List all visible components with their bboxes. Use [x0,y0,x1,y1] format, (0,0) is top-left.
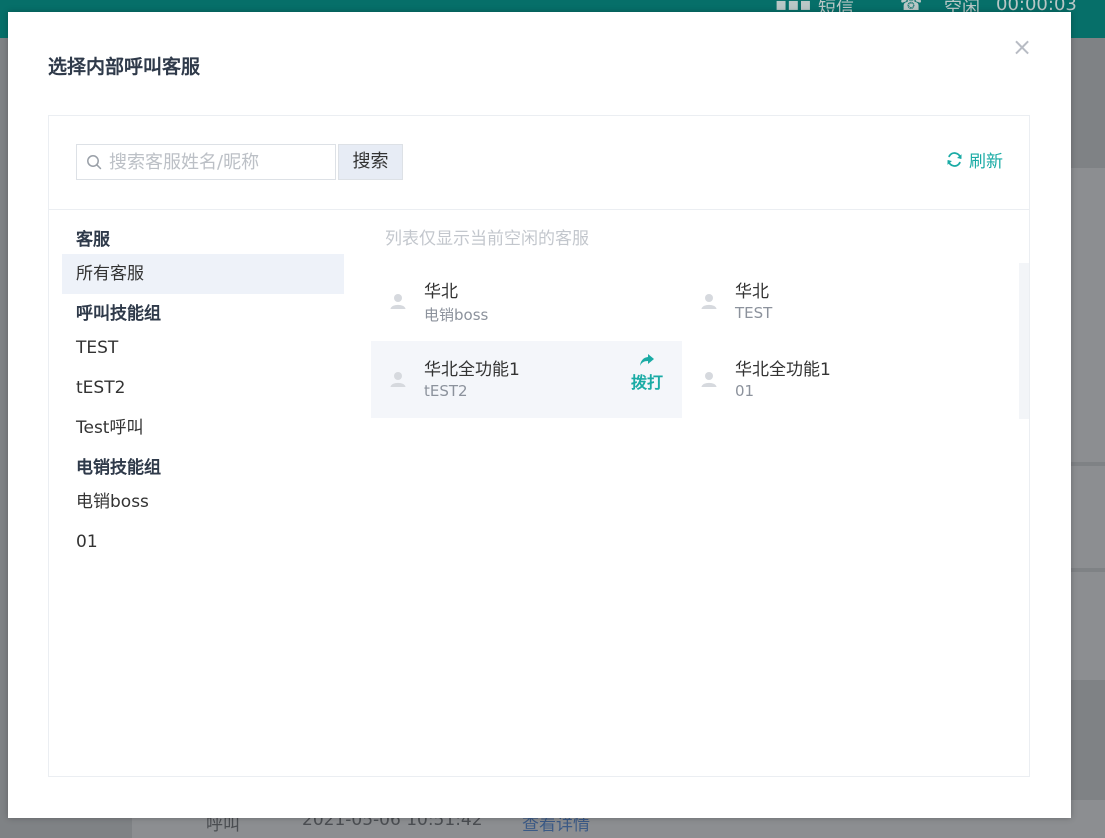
dial-button[interactable]: 拨打 [630,353,664,393]
background-card [1071,168,1105,462]
user-avatar-icon [390,294,406,309]
refresh-label: 刷新 [969,152,1003,172]
group-title-agents: 客服 [76,230,110,250]
refresh-icon [947,152,962,167]
agent-card[interactable]: 华北 TEST [682,263,993,340]
sidebar-item-test-call[interactable]: Test呼叫 [62,408,344,448]
group-title-call-skill: 呼叫技能组 [76,304,161,324]
sidebar-item-01[interactable]: 01 [62,522,344,562]
search-input[interactable] [109,145,331,179]
dial-label: 拨打 [630,373,663,392]
agent-group: TEST [735,304,773,322]
agent-card[interactable]: 华北 电销boss [371,263,682,340]
search-button[interactable]: 搜索 [338,144,403,180]
modal-title: 选择内部呼叫客服 [48,56,201,78]
group-sidebar: 客服 所有客服 呼叫技能组 TEST tEST2 Test呼叫 电销技能组 电销… [62,226,344,562]
agent-name: 华北全功能1 [424,360,520,380]
agent-card[interactable]: 华北全功能1 tEST2 拨打 [371,341,682,418]
agent-group: tEST2 [424,382,468,400]
close-icon: × [1011,33,1033,61]
sidebar-item-all-agents[interactable]: 所有客服 [62,254,344,294]
agent-picker-panel: 搜索 刷新 客服 所有客服 呼叫技能组 TEST tEST2 Test呼叫 电销… [48,115,1030,777]
sidebar-item-test2[interactable]: tEST2 [62,368,344,408]
user-avatar-icon [701,372,717,387]
agent-name: 华北全功能1 [735,360,831,380]
forward-arrow-icon [640,354,654,366]
refresh-button[interactable]: 刷新 [946,147,1003,172]
list-scrollbar[interactable] [1019,263,1029,419]
background-card [1071,466,1105,568]
group-title-sales-skill: 电销技能组 [76,458,161,478]
background-card [1071,572,1105,680]
search-toolbar: 搜索 刷新 [49,116,1029,210]
sidebar-item-sales-boss[interactable]: 电销boss [62,482,344,522]
agent-card[interactable]: 华北全功能1 01 [682,341,993,418]
internal-call-modal: 选择内部呼叫客服 × 搜索 刷新 [8,12,1071,818]
close-button[interactable]: × [1009,34,1035,60]
idle-only-hint: 列表仅显示当前空闲的客服 [385,229,589,249]
agent-group: 01 [735,382,755,400]
user-avatar-icon [701,294,717,309]
search-icon [87,155,102,170]
agent-name: 华北 [424,282,458,302]
agent-name: 华北 [735,282,769,302]
agent-group: 电销boss [424,306,489,324]
sidebar-item-test[interactable]: TEST [62,328,344,368]
user-avatar-icon [390,372,406,387]
search-box [76,144,336,180]
